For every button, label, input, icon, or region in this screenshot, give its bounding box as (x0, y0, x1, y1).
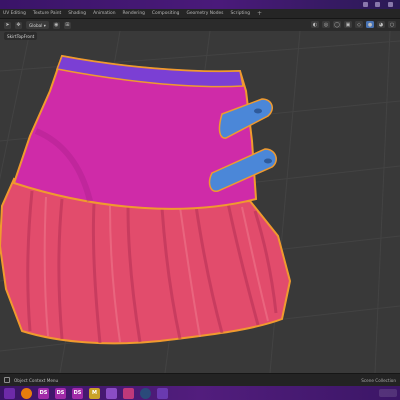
app-icon-2[interactable] (123, 387, 134, 399)
blender-icon[interactable] (21, 387, 32, 399)
tab-uv-editing[interactable]: UV Editing (3, 11, 26, 16)
start-icon[interactable] (4, 387, 15, 399)
tab-rendering[interactable]: Rendering (122, 11, 144, 16)
status-left-text: Object Context Menu (14, 377, 59, 383)
maximize-icon[interactable] (375, 2, 380, 7)
app-icon-3[interactable] (157, 387, 168, 399)
minimize-icon[interactable] (363, 2, 368, 7)
xray-icon[interactable]: ▣ (344, 21, 352, 28)
3d-viewport[interactable] (0, 31, 400, 373)
rendered-shading-icon[interactable]: ○ (388, 21, 396, 28)
window-title-strip (0, 0, 400, 9)
daz-icon-3[interactable]: DS (72, 387, 83, 399)
mouse-icon (4, 377, 10, 383)
status-bar: Object Context Menu Scene Collection (0, 373, 400, 386)
tab-compositing[interactable]: Compositing (152, 11, 180, 16)
tab-geometry-nodes[interactable]: Geometry Nodes (186, 11, 223, 16)
tab-shading[interactable]: Shading (68, 11, 86, 16)
tab-animation[interactable]: Animation (93, 11, 115, 16)
tab-texture-paint[interactable]: Texture Paint (33, 11, 61, 16)
app-icon[interactable] (106, 387, 117, 399)
steam-icon[interactable] (140, 387, 151, 399)
snap-icon[interactable]: ⊞ (63, 21, 71, 29)
view-icon[interactable]: ◐ (311, 21, 319, 28)
close-icon[interactable] (388, 2, 393, 7)
move-icon[interactable]: ✥ (15, 21, 22, 29)
transform-orientation-value: Global (29, 22, 43, 28)
status-right-text: Scene Collection (361, 377, 396, 383)
overlay-icon[interactable]: ◯ (333, 21, 341, 28)
material-preview-icon[interactable]: ◕ (377, 21, 385, 28)
pivot-icon[interactable]: ◉ (52, 21, 60, 29)
system-tray[interactable] (379, 389, 397, 397)
marvelous-icon[interactable]: M (89, 387, 100, 399)
daz-icon[interactable]: DS (38, 387, 49, 399)
solid-shading-icon[interactable]: ● (366, 21, 374, 28)
cursor-icon[interactable]: ➤ (4, 21, 11, 29)
viewport-header: ➤ ✥ Global ▾ ◉ ⊞ ◐ ◎ ◯ ▣ ◇ ● ◕ ○ (0, 19, 400, 31)
transform-orientation-dropdown[interactable]: Global ▾ (26, 21, 49, 29)
add-workspace-button[interactable]: + (257, 10, 262, 17)
taskbar: DS DS DS M (0, 386, 400, 400)
wireframe-icon[interactable]: ◇ (355, 21, 363, 28)
camera-icon[interactable]: ◎ (322, 21, 330, 28)
workspace-tabs: UV Editing Texture Paint Shading Animati… (0, 9, 400, 19)
daz-icon-2[interactable]: DS (55, 387, 66, 399)
tab-scripting[interactable]: Scripting (230, 11, 250, 16)
viewport-canvas (0, 31, 400, 373)
active-object-label[interactable]: SkirtTopFront (4, 32, 38, 40)
